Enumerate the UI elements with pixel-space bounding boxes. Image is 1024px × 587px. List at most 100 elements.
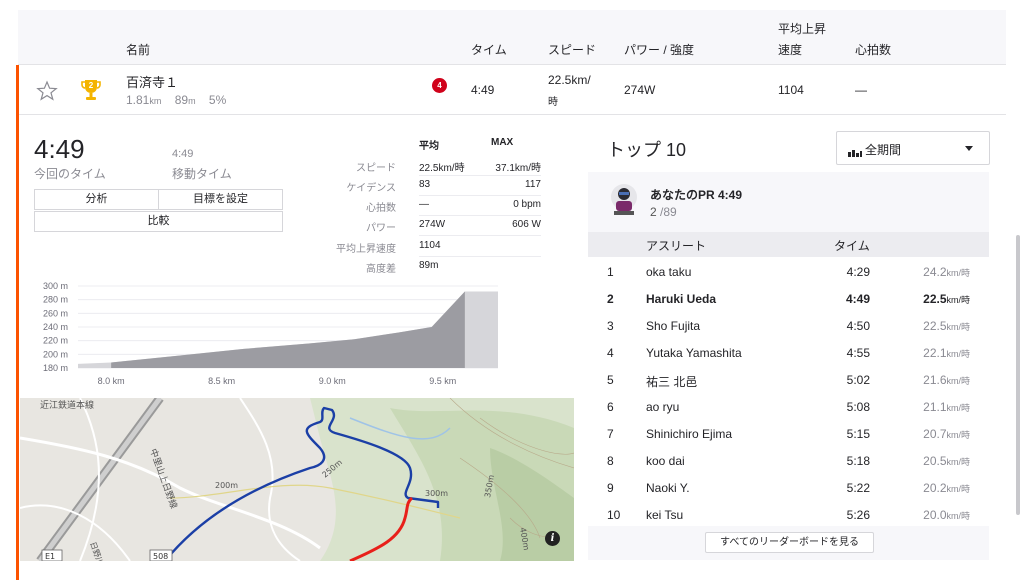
leaderboard-row[interactable]: 1 oka taku 4:29 24.2km/時 [588,258,989,285]
row-speed-unit: km/時 [946,349,971,359]
row-speed-value: 20.7 [923,427,947,441]
row-speed: 20.7km/時 [888,427,970,441]
leaderboard-row[interactable]: 4 Yutaka Yamashita 4:55 22.1km/時 [588,339,989,366]
row-speed: 20.0km/時 [888,508,970,522]
stat-avg: 1104 [419,240,441,251]
leaderboard-row[interactable]: 6 ao ryu 5:08 21.1km/時 [588,393,989,420]
stat-max: 37.1km/時 [495,163,541,174]
row-athlete-name[interactable]: ao ryu [646,400,679,414]
row-rank: 1 [607,265,614,279]
row-athlete-name[interactable]: koo dai [646,454,685,468]
row-speed-value: 22.5 [923,319,947,333]
info-icon[interactable]: i [545,531,560,546]
row-speed-unit: km/時 [946,484,971,494]
col-name-header: 名前 [126,43,151,57]
stat-avg: — [419,199,429,210]
compare-button[interactable]: 比較 [34,211,283,232]
segment-vam: 1104 [778,83,804,97]
leaderboard-row[interactable]: 3 Sho Fujita 4:50 22.5km/時 [588,312,989,339]
row-speed-unit: km/時 [946,295,971,305]
row-time: 4:55 [846,346,870,360]
segment-time: 4:49 [471,83,495,97]
avatar [610,183,638,217]
row-speed-unit: km/時 [946,403,971,413]
bar-chart-icon [848,144,862,157]
leaderboard-row[interactable]: 10 kei Tsu 5:26 20.0km/時 [588,501,989,528]
scrollbar[interactable] [1016,235,1020,515]
y-tick-label: 260 m [43,308,68,318]
leaderboard-row[interactable]: 2 Haruki Ueda 4:49 22.5km/時 [588,285,989,312]
leaderboard-row[interactable]: 5 祐三 北邑 5:02 21.6km/時 [588,366,989,393]
stat-divider [419,215,541,216]
stat-max: 606 W [512,219,541,230]
row-speed-value: 20.2 [923,481,947,495]
row-speed: 20.2km/時 [888,481,970,495]
row-rank: 9 [607,481,614,495]
trophy-rank: 2 [88,81,94,90]
segment-distance: 1.81 [126,93,150,107]
stat-divider [419,256,541,257]
row-athlete-name[interactable]: Naoki Y. [646,481,690,495]
row-speed: 20.5km/時 [888,454,970,468]
row-athlete-name[interactable]: Sho Fujita [646,319,700,333]
stat-divider [419,235,541,236]
segment-efforts-view: 名前 タイム スピード パワー / 強度 平均上昇 速度 心拍数 2 百済寺１ … [0,0,1024,587]
row-speed: 22.1km/時 [888,346,970,360]
stat-label: ケイデンス [346,183,396,194]
x-tick-label: 9.0 km [319,376,346,386]
map-label-road: 中里山上日野線 [147,447,180,510]
row-speed-unit: km/時 [946,268,971,278]
row-athlete-name[interactable]: kei Tsu [646,508,683,522]
y-tick-label: 220 m [43,336,68,346]
col-heart-header: 心拍数 [855,43,892,57]
segment-distance-unit: km [149,96,162,106]
row-rank: 2 [607,292,614,306]
y-tick-label: 200 m [43,349,68,359]
col-vam-header-line2: 速度 [778,43,803,57]
leaderboard-row[interactable]: 7 Shinichiro Ejima 5:15 20.7km/時 [588,420,989,447]
star-icon[interactable] [36,80,58,102]
analysis-button[interactable]: 分析 [34,189,159,210]
pr-label: あなたのPR 4:49 [650,188,743,202]
row-speed: 21.1km/時 [888,400,970,414]
row-speed-value: 21.6 [923,373,947,387]
row-athlete-name[interactable]: Shinichiro Ejima [646,427,732,441]
stat-max: 0 bpm [513,199,541,210]
leaderboard-title: トップ 10 [607,140,687,160]
col-lb-time-header: タイム [834,239,870,253]
selected-indicator [16,65,19,580]
map-label-river: 日野川 [88,541,105,561]
row-speed-unit: km/時 [946,322,971,332]
row-speed-unit: km/時 [946,511,971,521]
x-tick-label: 9.5 km [429,376,456,386]
row-speed: 24.2km/時 [888,265,970,279]
segment-name[interactable]: 百済寺１ [126,72,178,91]
period-select-value: 全期間 [865,143,902,157]
pr-rank: 2 [650,205,657,219]
row-time: 4:50 [846,319,870,333]
leaderboard-row[interactable]: 8 koo dai 5:18 20.5km/時 [588,447,989,474]
col-time-header: タイム [471,43,507,57]
row-speed-value: 22.5 [923,292,947,306]
view-all-leaderboard-button[interactable]: すべてのリーダーボードを見る [705,532,874,553]
set-goal-button[interactable]: 目標を設定 [158,189,283,210]
segment-metadata: 1.81km 89m 5% [126,93,226,107]
row-rank: 6 [607,400,614,414]
current-time-label: 今回のタイム [34,167,106,181]
map-label-200m: 200m [215,481,238,490]
current-time: 4:49 [34,134,85,164]
row-athlete-name[interactable]: Yutaka Yamashita [646,346,742,360]
row-athlete-name[interactable]: Haruki Ueda [646,292,716,306]
row-time: 5:18 [846,454,870,468]
segment-map[interactable]: 近江鉄道本線 中里山上日野線 200m 250m 300m 350m 400m … [20,398,574,561]
pr-total: /89 [660,205,677,219]
period-select[interactable]: 全期間 [836,131,990,165]
row-speed-unit: km/時 [946,376,971,386]
row-speed: 21.6km/時 [888,373,970,387]
row-athlete-name[interactable]: oka taku [646,265,691,279]
col-power-header: パワー / 強度 [624,43,695,57]
leaderboard-row[interactable]: 9 Naoki Y. 5:22 20.2km/時 [588,474,989,501]
row-time: 4:29 [846,265,870,279]
segment-power: 274W [624,83,656,97]
row-athlete-name[interactable]: 祐三 北邑 [646,373,697,390]
